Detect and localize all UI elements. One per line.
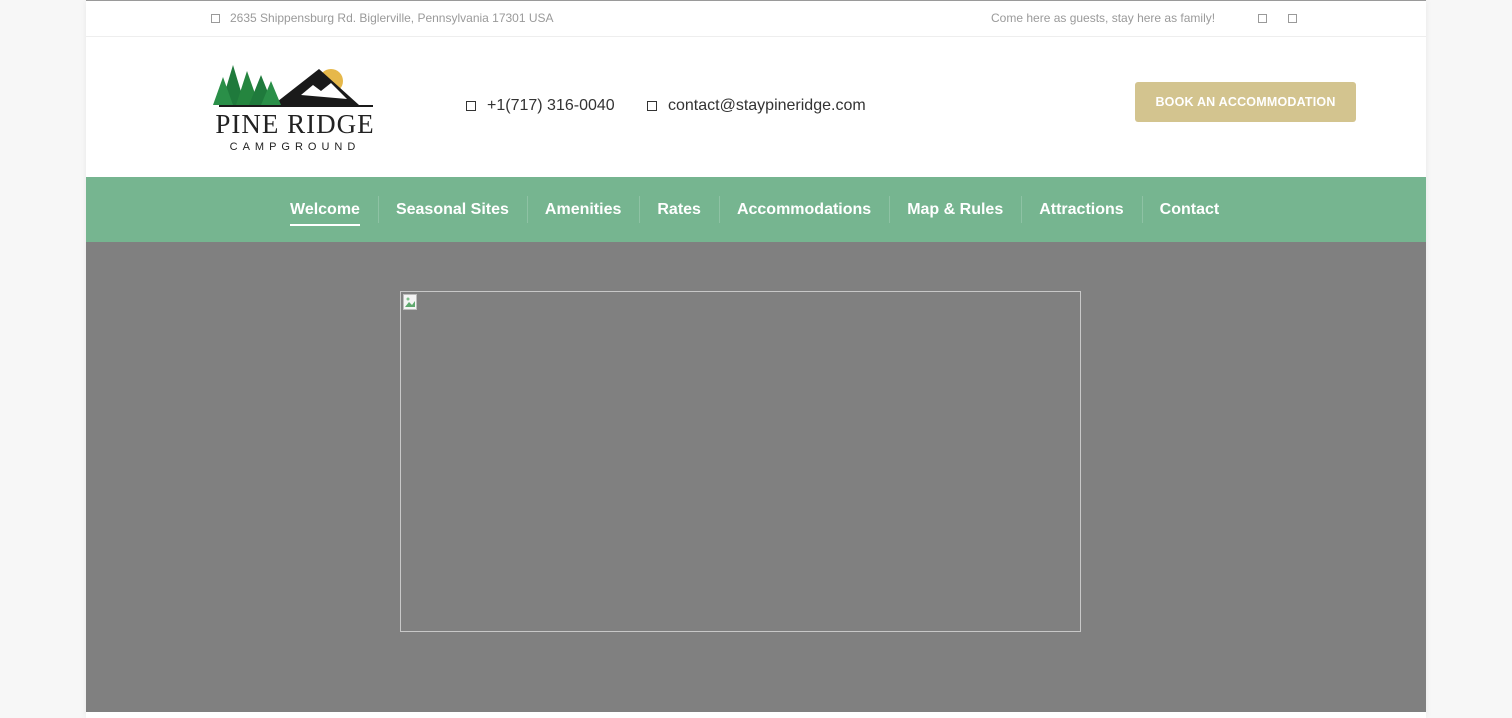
nav-item-contact[interactable]: Contact <box>1141 177 1238 242</box>
nav-item-amenities[interactable]: Amenities <box>526 177 639 242</box>
hero-section <box>86 242 1426 712</box>
nav-item-rates[interactable]: Rates <box>639 177 719 242</box>
tagline: Come here as guests, stay here as family… <box>991 11 1216 25</box>
logo-brand: PINE RIDGE <box>215 109 375 139</box>
main-nav: Welcome Seasonal Sites Amenities Rates A… <box>86 177 1426 242</box>
logo-mountain-icon <box>213 65 373 107</box>
address-text: 2635 Shippensburg Rd. Biglerville, Penns… <box>230 11 554 25</box>
nav-list: Welcome Seasonal Sites Amenities Rates A… <box>272 177 1237 242</box>
logo-sub: CAMPGROUND <box>229 141 361 153</box>
book-accommodation-button[interactable]: BOOK AN ACCOMMODATION <box>1135 82 1356 122</box>
top-bar: 2635 Shippensburg Rd. Biglerville, Penns… <box>86 1 1426 37</box>
phone-icon <box>466 101 476 111</box>
phone-contact[interactable]: +1(717) 316-0040 <box>466 97 615 115</box>
broken-image-icon <box>403 294 417 310</box>
map-marker-icon <box>211 13 220 23</box>
nav-item-seasonal-sites[interactable]: Seasonal Sites <box>377 177 527 242</box>
nav-item-attractions[interactable]: Attractions <box>1021 177 1141 242</box>
instagram-icon[interactable] <box>1288 14 1297 23</box>
hero-image-placeholder <box>400 291 1081 632</box>
nav-item-welcome[interactable]: Welcome <box>272 177 378 242</box>
page: 2635 Shippensburg Rd. Biglerville, Penns… <box>86 0 1426 718</box>
logo[interactable]: PINE RIDGE CAMPGROUND <box>181 61 411 156</box>
address: 2635 Shippensburg Rd. Biglerville, Penns… <box>211 11 554 25</box>
nav-item-accommodations[interactable]: Accommodations <box>718 177 889 242</box>
phone-number: +1(717) 316-0040 <box>487 97 615 114</box>
email-contact[interactable]: contact@staypineridge.com <box>647 97 866 115</box>
facebook-icon[interactable] <box>1258 14 1267 23</box>
envelope-icon <box>647 101 657 111</box>
nav-item-map-rules[interactable]: Map & Rules <box>889 177 1021 242</box>
email-address: contact@staypineridge.com <box>668 97 866 114</box>
header: PINE RIDGE CAMPGROUND +1(717) 316-0040 c… <box>86 37 1426 177</box>
